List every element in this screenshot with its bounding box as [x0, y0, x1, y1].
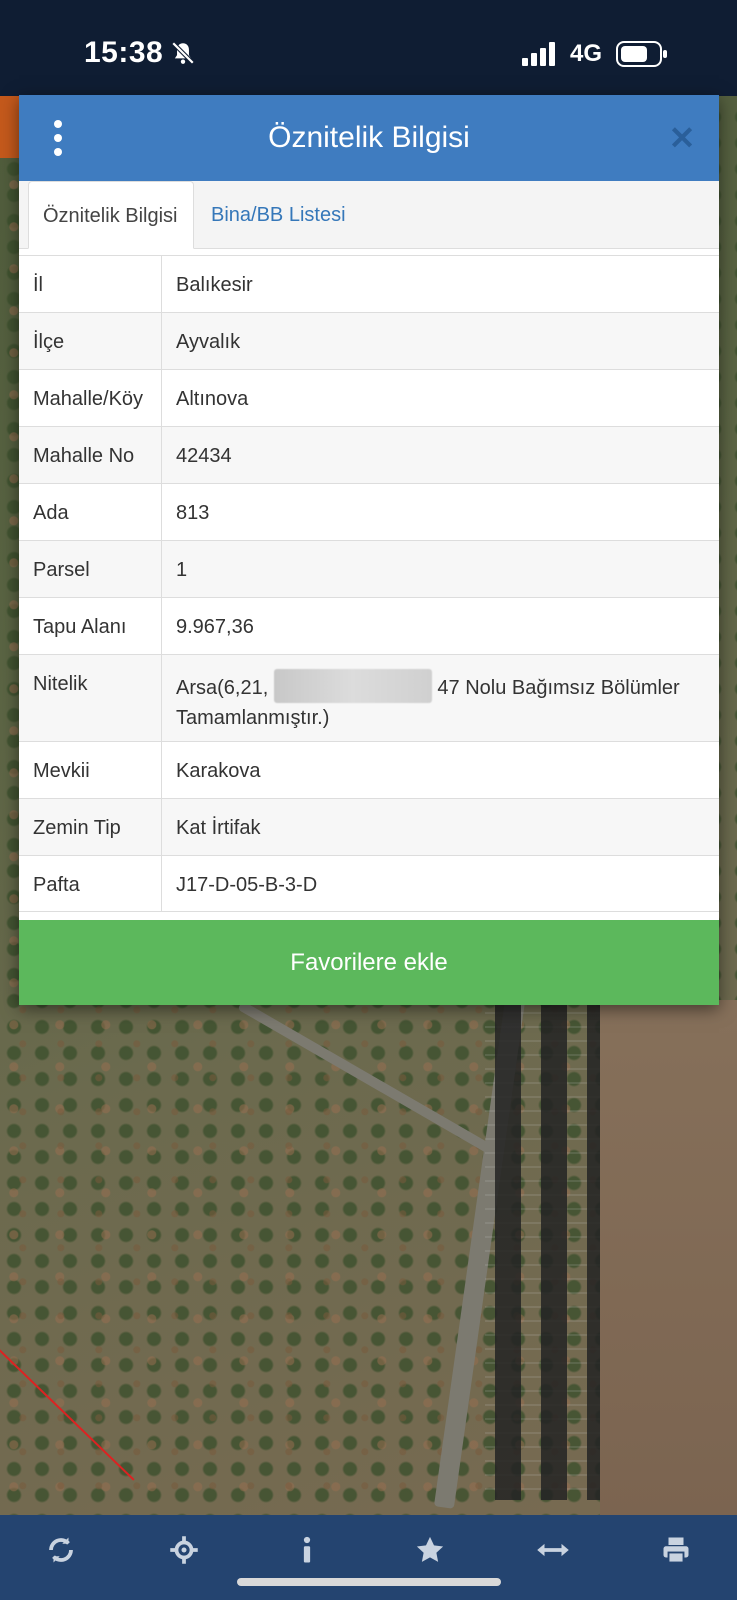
tab-bar: Öznitelik Bilgisi Bina/BB Listesi — [19, 181, 719, 249]
row-value: Arsa(6,21, 47 Nolu Bağımsız Bölümler Tam… — [162, 655, 719, 741]
measure-icon[interactable] — [533, 1530, 573, 1570]
row-key: Mevkii — [19, 742, 162, 798]
nitelik-value-start: Arsa(6,21, — [176, 677, 269, 699]
row-key: Nitelik — [19, 655, 162, 741]
table-row: Mahalle No 42434 — [19, 427, 719, 484]
row-value: Karakova — [176, 760, 261, 782]
table-row: İlçe Ayvalık — [19, 313, 719, 370]
row-value: Balıkesir — [176, 274, 253, 296]
dialog-header: Öznitelik Bilgisi ✕ — [19, 95, 719, 181]
refresh-icon[interactable] — [41, 1530, 81, 1570]
row-key: Pafta — [19, 856, 162, 911]
table-row: Zemin Tip Kat İrtifak — [19, 799, 719, 856]
table-row: Parsel 1 — [19, 541, 719, 598]
row-value: 42434 — [176, 445, 232, 467]
tab-building-list[interactable]: Bina/BB Listesi — [197, 181, 360, 249]
status-time: 15:38 — [84, 36, 164, 69]
map-field-area — [600, 1000, 737, 1520]
dialog-title: Öznitelik Bilgisi — [268, 121, 470, 154]
row-value: 9.967,36 — [176, 616, 254, 638]
battery-icon — [616, 41, 667, 67]
row-value: Kat İrtifak — [176, 817, 261, 839]
row-value: Ayvalık — [176, 331, 241, 353]
row-key: İl — [19, 256, 162, 312]
info-icon[interactable] — [287, 1530, 327, 1570]
star-icon[interactable] — [410, 1530, 450, 1570]
locate-icon[interactable] — [164, 1530, 204, 1570]
table-row: Mevkii Karakova — [19, 742, 719, 799]
row-key: Parsel — [19, 541, 162, 597]
row-value: 813 — [176, 502, 210, 524]
map-housing-block — [485, 1000, 600, 1500]
row-key: Tapu Alanı — [19, 598, 162, 654]
table-row: İl Balıkesir — [19, 256, 719, 313]
table-row: Nitelik Arsa(6,21, 47 Nolu Bağımsız Bölü… — [19, 655, 719, 742]
row-key: İlçe — [19, 313, 162, 369]
row-key: Mahalle/Köy — [19, 370, 162, 426]
table-row: Pafta J17-D-05-B-3-D — [19, 856, 719, 912]
table-row: Mahalle/Köy Altınova — [19, 370, 719, 427]
attribute-info-dialog: Öznitelik Bilgisi ✕ Öznitelik Bilgisi Bi… — [19, 95, 719, 1005]
add-to-favorites-button[interactable]: Favorilere ekle — [19, 920, 719, 1005]
table-row: Ada 813 — [19, 484, 719, 541]
row-value: J17-D-05-B-3-D — [176, 874, 318, 896]
row-key: Mahalle No — [19, 427, 162, 483]
bottom-toolbar — [0, 1515, 737, 1600]
redacted-text — [273, 669, 432, 703]
signal-icon — [522, 42, 555, 66]
network-type: 4G — [570, 40, 603, 67]
print-icon[interactable] — [656, 1530, 696, 1570]
status-bar: 15:38 4G — [0, 0, 737, 96]
more-vertical-icon[interactable] — [43, 117, 73, 159]
table-row: Tapu Alanı 9.967,36 — [19, 598, 719, 655]
row-key: Zemin Tip — [19, 799, 162, 855]
home-indicator — [237, 1578, 501, 1586]
row-value: 1 — [176, 559, 188, 581]
row-key: Ada — [19, 484, 162, 540]
attribute-table: İl Balıkesir İlçe Ayvalık Mahalle/Köy Al… — [19, 255, 719, 912]
tab-attribute-info[interactable]: Öznitelik Bilgisi — [28, 181, 194, 249]
close-icon[interactable]: ✕ — [665, 121, 699, 155]
bell-muted-icon — [171, 41, 195, 65]
row-value: Altınova — [176, 388, 249, 410]
